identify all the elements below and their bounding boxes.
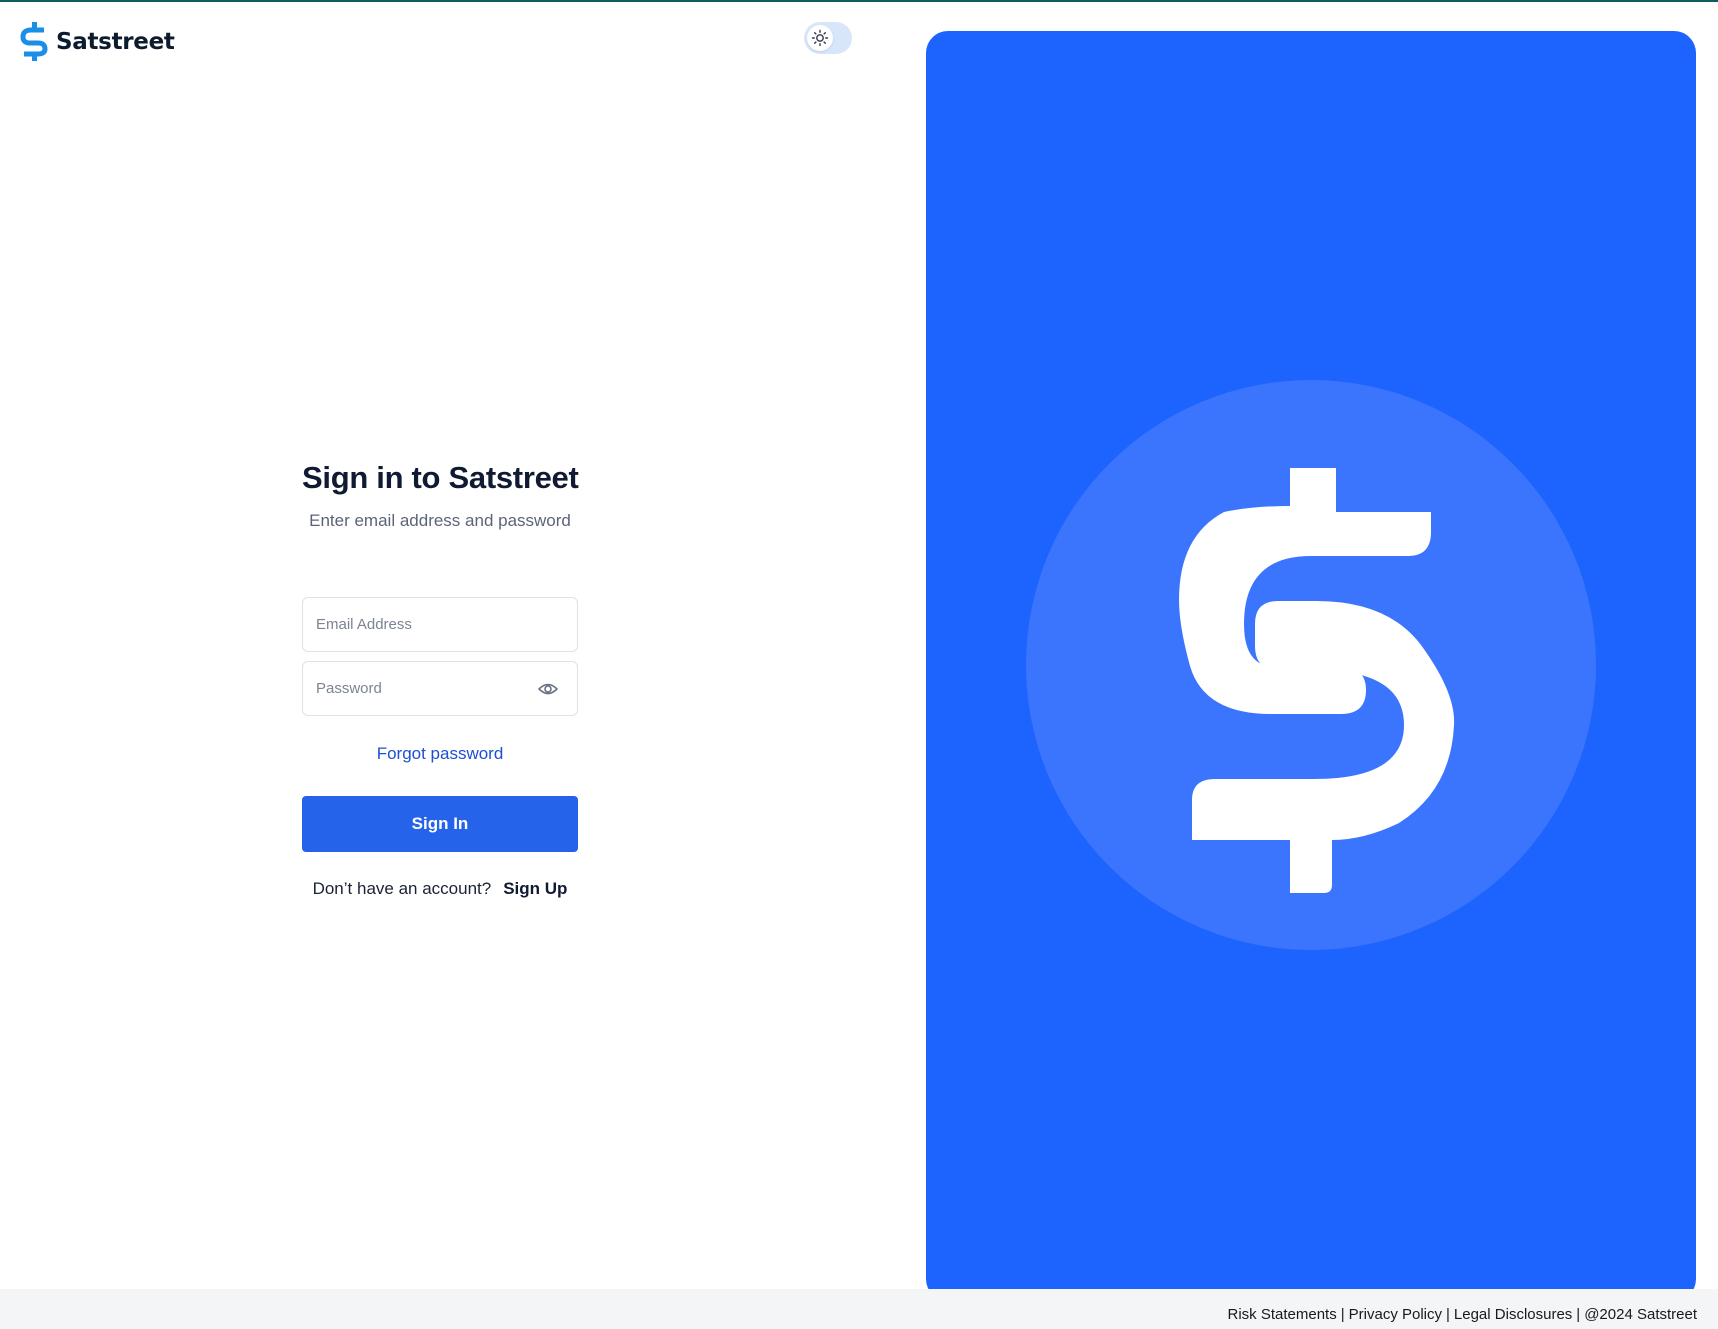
footer-separator: | — [1576, 1306, 1581, 1323]
dollar-icon — [1179, 468, 1455, 893]
page-title: Sign in to Satstreet — [302, 460, 579, 495]
copyright: @2024 Satstreet — [1584, 1306, 1697, 1323]
footer: Risk Statements | Privacy Policy | Legal Dis… — [0, 1289, 1718, 1329]
top-accent-strip — [0, 0, 1718, 2]
privacy-policy-link[interactable]: Privacy Policy — [1349, 1306, 1442, 1323]
forgot-password-link[interactable]: Forgot password — [302, 743, 578, 765]
password-field-wrapper — [302, 661, 578, 716]
signup-row: Don’t have an account? Sign Up — [302, 878, 578, 900]
hero-circle — [1026, 380, 1596, 950]
signup-prompt: Don’t have an account? — [312, 879, 492, 898]
eye-icon[interactable] — [537, 679, 559, 699]
signin-form: Sign in to Satstreet Enter email address… — [302, 456, 579, 900]
sign-in-button[interactable]: Sign In — [302, 796, 578, 852]
footer-separator: | — [1340, 1306, 1345, 1323]
hero-panel — [926, 31, 1696, 1301]
legal-disclosures-link[interactable]: Legal Disclosures — [1454, 1306, 1572, 1323]
email-field[interactable] — [303, 598, 577, 651]
page-subtitle: Enter email address and password — [309, 511, 571, 530]
footer-links: Risk Statements | Privacy Policy | Legal Dis… — [1228, 1306, 1697, 1323]
email-field-wrapper — [302, 597, 578, 652]
theme-toggle[interactable] — [804, 22, 852, 54]
brand-logo-link[interactable]: Satstreet — [19, 21, 175, 62]
theme-toggle-knob — [807, 25, 833, 51]
sun-icon — [811, 29, 829, 47]
footer-separator: | — [1446, 1306, 1450, 1323]
risk-statements-link[interactable]: Risk Statements — [1228, 1306, 1337, 1323]
password-field[interactable] — [303, 662, 577, 715]
brand-name: Satstreet — [56, 28, 175, 55]
sign-up-link[interactable]: Sign Up — [503, 879, 567, 898]
satstreet-logo-icon — [20, 22, 48, 61]
